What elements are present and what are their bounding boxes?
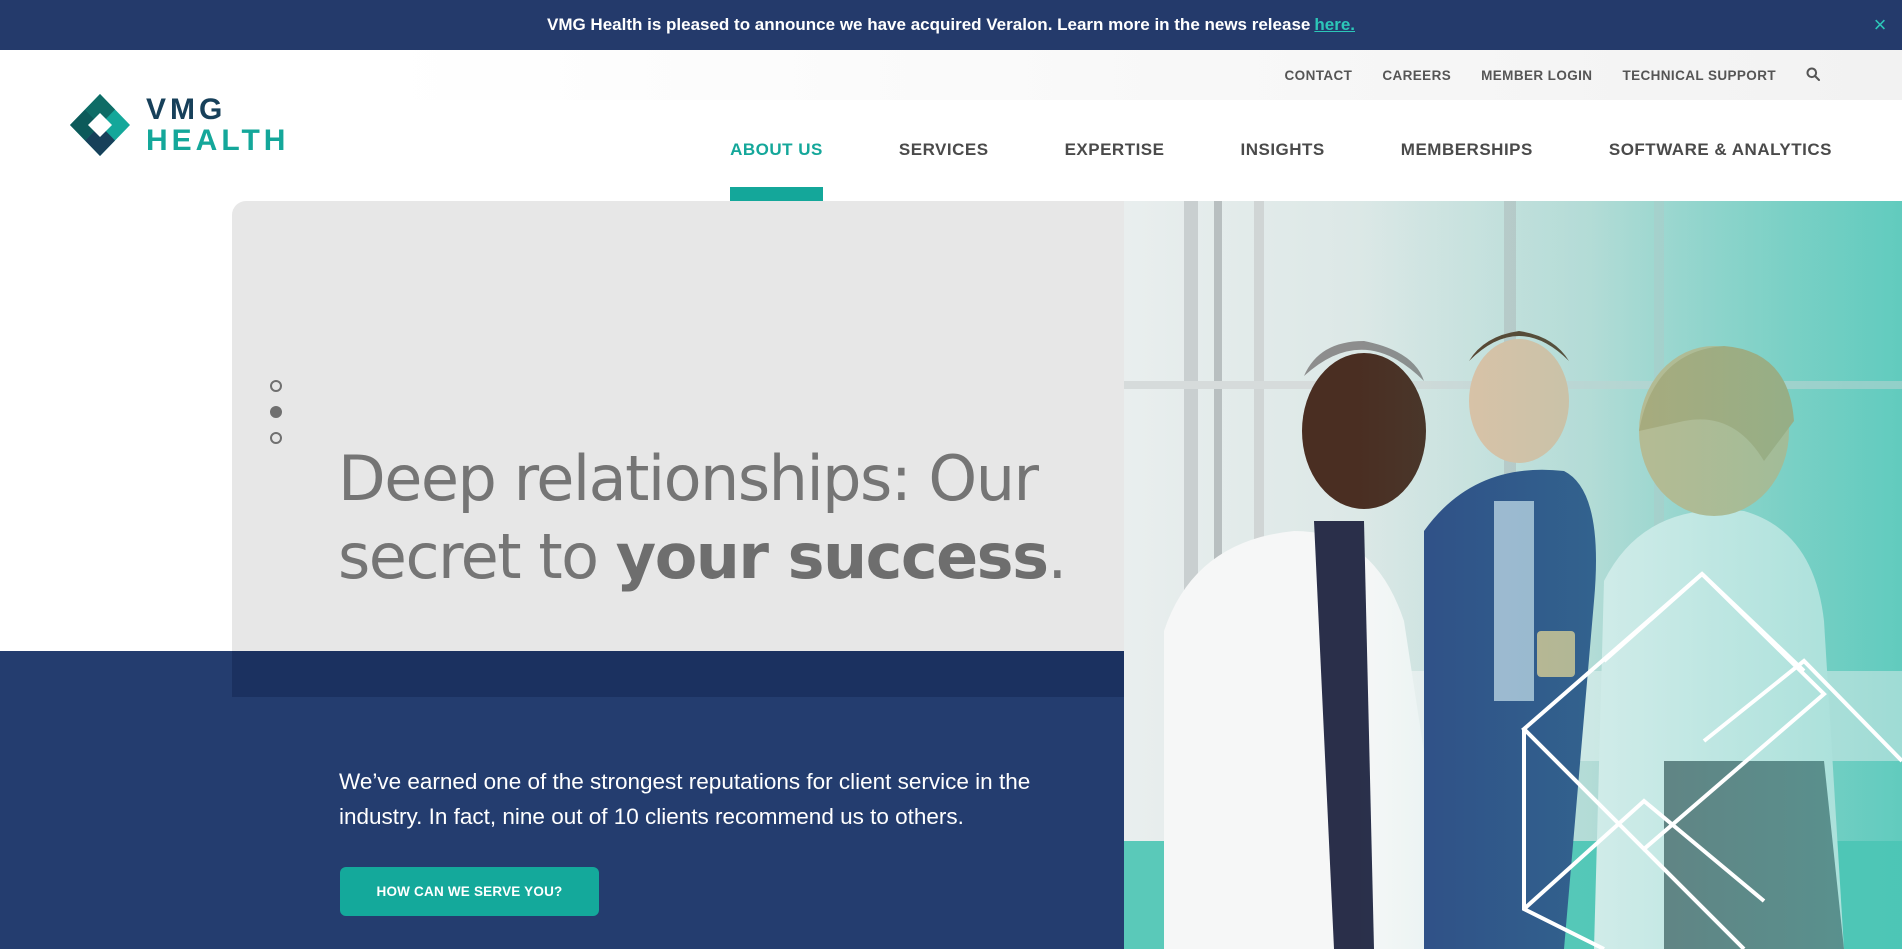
hero-photo-illustration — [1124, 201, 1902, 949]
carousel-dot-1[interactable] — [270, 380, 282, 392]
carousel-dot-3[interactable] — [270, 432, 282, 444]
nav-item-services[interactable]: SERVICES — [899, 140, 989, 160]
utility-link-careers[interactable]: CAREERS — [1382, 68, 1451, 83]
announcement-text: VMG Health is pleased to announce we hav… — [546, 15, 1311, 34]
announcement-link[interactable]: here. — [1314, 15, 1355, 35]
hero-headline: Deep relationships: Our secret to your s… — [338, 440, 1098, 596]
logo-line-2: HEALTH — [146, 123, 290, 157]
search-icon[interactable] — [1806, 67, 1822, 83]
carousel-dot-2[interactable] — [270, 406, 282, 418]
hero-navy-shadow — [232, 651, 1124, 697]
utility-link-technical-support[interactable]: TECHNICAL SUPPORT — [1622, 68, 1776, 83]
hero-headline-bold: your success — [615, 520, 1049, 593]
hero-headline-end: . — [1047, 520, 1068, 593]
serve-you-button[interactable]: HOW CAN WE SERVE YOU? — [340, 867, 599, 916]
hero-image — [1124, 201, 1902, 949]
hero-body-text: We’ve earned one of the strongest reputa… — [339, 769, 1031, 829]
logo-wordmark: VMG HEALTH — [146, 92, 290, 157]
utility-link-member-login[interactable]: MEMBER LOGIN — [1481, 68, 1592, 83]
nav-item-insights[interactable]: INSIGHTS — [1240, 140, 1324, 160]
nav-item-software-analytics[interactable]: SOFTWARE & ANALYTICS — [1609, 140, 1832, 160]
nav-item-memberships[interactable]: MEMBERSHIPS — [1401, 140, 1533, 160]
nav-item-about-us[interactable]: ABOUT US — [730, 140, 823, 201]
logo-line-1: VMG — [146, 92, 227, 126]
logo-mark-icon — [70, 94, 130, 156]
close-icon[interactable]: × — [1870, 14, 1890, 36]
announcement-bar: VMG Health is pleased to announce we hav… — [0, 0, 1902, 50]
main-nav: ABOUT US SERVICES EXPERTISE INSIGHTS MEM… — [654, 140, 1832, 201]
carousel-pagination — [270, 380, 282, 444]
logo[interactable]: VMG HEALTH — [68, 92, 289, 158]
nav-item-expertise[interactable]: EXPERTISE — [1065, 140, 1165, 160]
utility-link-contact[interactable]: CONTACT — [1285, 68, 1353, 83]
